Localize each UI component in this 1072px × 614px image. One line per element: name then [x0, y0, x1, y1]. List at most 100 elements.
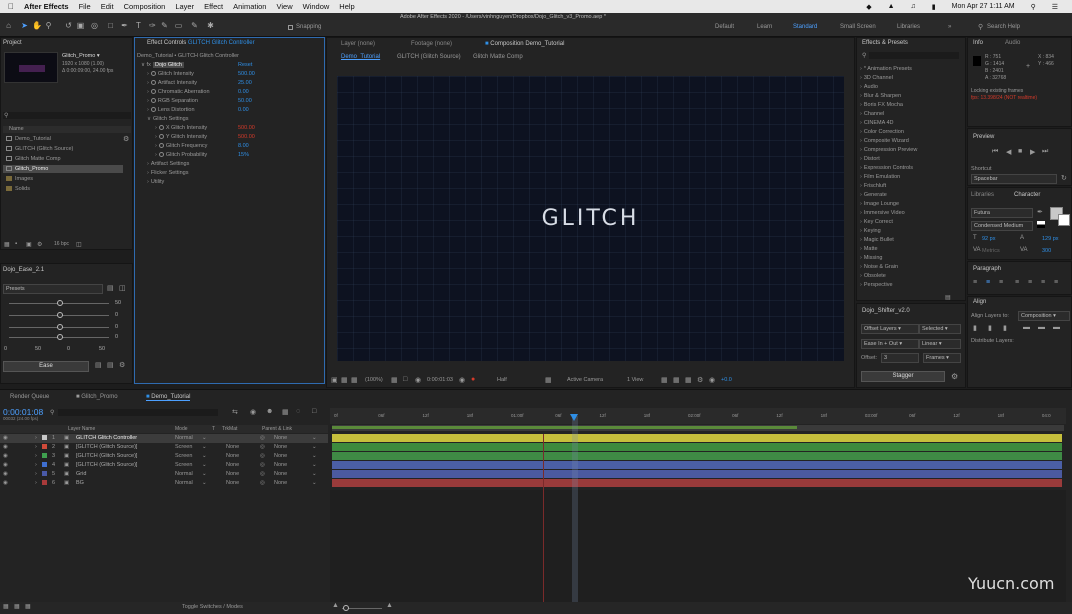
effects-category[interactable]: › Obsolete — [860, 273, 886, 279]
layer-row[interactable]: ◉ › 6 ▣ BG Normal ⌄ None ◎ None ⌄ — [0, 479, 328, 488]
tab-audio[interactable]: Audio — [1005, 40, 1020, 46]
layer-mode[interactable]: Screen — [175, 444, 192, 450]
layer-duration-bar[interactable] — [332, 470, 1062, 478]
layer-name[interactable]: [GLITCH (Glitch Source)] — [76, 444, 137, 450]
effects-category[interactable]: › Magic Bullet — [860, 237, 894, 243]
camera-icon[interactable]: ◉ — [415, 376, 421, 384]
roto-tool-icon[interactable]: ✎ — [190, 21, 199, 30]
layer-name[interactable]: Grid — [76, 471, 86, 477]
pan-behind-icon[interactable]: ◎ — [90, 21, 99, 30]
menu-list-icon[interactable]: ☰ — [1052, 3, 1058, 11]
tab-demo-tutorial[interactable]: ■ Demo_Tutorial — [146, 394, 191, 401]
layer-parent[interactable]: None — [274, 471, 287, 477]
motion-blur-icon[interactable]: ◌ — [296, 408, 300, 415]
effects-category[interactable]: › Perspective — [860, 282, 893, 288]
expand-icon[interactable]: › — [35, 462, 37, 468]
layer-mode[interactable]: Screen — [175, 453, 192, 459]
presets-dropdown[interactable]: Presets — [3, 284, 103, 294]
trash-icon[interactable]: ◫ — [76, 241, 82, 248]
shortcut-dropdown[interactable]: Spacebar — [971, 174, 1057, 184]
col-t[interactable]: T — [212, 426, 215, 432]
effects-category[interactable]: › Boris FX Mocha — [860, 102, 903, 108]
layer-row[interactable]: ◉ › 3 ▣ [GLITCH (Glitch Source)] Screen ⌄ None ◎… — [0, 452, 328, 461]
rotate-tool-icon[interactable]: ↺ — [64, 21, 73, 30]
prop-row[interactable]: › Chromatic Aberration — [147, 89, 210, 95]
swatch-icon[interactable] — [1037, 221, 1045, 228]
camera-dropdown[interactable]: Active Camera — [567, 377, 603, 383]
project-search-input[interactable] — [3, 112, 131, 119]
prop-value[interactable]: 0.00 — [238, 89, 249, 95]
align-bottom-edges-icon[interactable]: ▬ — [1053, 324, 1060, 331]
align-right-edges-icon[interactable]: ▮ — [1003, 324, 1007, 332]
offset-layers-dropdown[interactable]: Offset Layers ▾ — [861, 324, 919, 334]
effects-category[interactable]: › Missing — [860, 255, 883, 261]
rectangle-tool-icon[interactable]: □ — [106, 21, 115, 30]
tab-info[interactable]: Info — [973, 40, 983, 46]
eye-icon[interactable]: ◉ — [3, 435, 8, 441]
subtab-demo[interactable]: Demo_Tutorial — [341, 54, 380, 60]
prop-row[interactable]: › Artifact Intensity — [147, 80, 197, 86]
time-ruler[interactable]: 0f 06f 12f 18f 01:00f 06f 12f 18f 02:00f 06f 12f 18… — [330, 408, 1066, 424]
project-item[interactable]: Glitch Matte Comp — [15, 156, 61, 162]
parent-pickwhip-icon[interactable]: ◎ — [260, 453, 265, 459]
layer-switches-icon[interactable]: ▦ — [3, 603, 9, 610]
workspace-default[interactable]: Default — [715, 24, 734, 30]
layer-name[interactable]: [GLITCH (Glitch Source)] — [76, 453, 137, 459]
parent-pickwhip-icon[interactable]: ◎ — [260, 462, 265, 468]
tab-character[interactable]: Character — [1014, 192, 1040, 198]
layer-duration-bar[interactable] — [332, 434, 1062, 442]
parent-pickwhip-icon[interactable]: ◎ — [260, 471, 265, 477]
prop-row[interactable]: › Glitch Intensity — [147, 71, 194, 77]
group-row[interactable]: › Artifact Settings — [147, 161, 189, 167]
layer-name[interactable]: GLITCH Glitch Controller — [76, 435, 137, 441]
effects-category[interactable]: › Matte — [860, 246, 878, 252]
settings-icon[interactable]: ⚙ — [951, 372, 958, 381]
dojo-ease-title[interactable]: Dojo_Ease_2.1 — [3, 267, 44, 273]
layer-row[interactable]: ◉ › 1 ▣ GLITCH Glitch Controller Normal ⌄ ◎ None… — [0, 434, 328, 443]
tab-composition[interactable]: ■ Composition Demo_Tutorial — [485, 41, 564, 47]
new-folder-icon[interactable]: ▪ — [15, 241, 17, 247]
in-out-icon[interactable]: ▦ — [25, 603, 31, 610]
stroke-color-swatch[interactable] — [1058, 214, 1070, 226]
subtab-glitch-source[interactable]: GLITCH (Glitch Source) — [397, 54, 461, 60]
justify-right-icon[interactable]: ≡ — [1041, 279, 1045, 286]
col-layer-name[interactable]: Layer Name — [68, 426, 95, 432]
leading[interactable]: 129 px — [1042, 236, 1059, 242]
parent-pickwhip-icon[interactable]: ◎ — [260, 435, 265, 441]
preview-title[interactable]: Preview — [973, 134, 994, 140]
stop-icon[interactable]: ■ — [1018, 148, 1022, 155]
effects-category[interactable]: › Generate — [860, 192, 887, 198]
effects-category[interactable]: › Audio — [860, 84, 878, 90]
sub-prop-row[interactable]: › Glitch Frequency — [155, 143, 207, 149]
align-to-dropdown[interactable]: Composition ▾ — [1018, 311, 1070, 321]
first-frame-icon[interactable]: ⏮ — [992, 148, 998, 156]
effects-category[interactable]: › Keying — [860, 228, 881, 234]
eye-icon[interactable]: ◉ — [3, 453, 8, 459]
project-item[interactable]: Images — [15, 176, 33, 182]
parent-pickwhip-icon[interactable]: ◎ — [260, 480, 265, 486]
ease-value[interactable]: 0 — [115, 334, 118, 340]
workspace-learn[interactable]: Learn — [757, 24, 772, 30]
layer-parent[interactable]: None — [274, 435, 287, 441]
effects-category[interactable]: › Film Emulation — [860, 174, 900, 180]
ease-slider-knob[interactable] — [57, 300, 63, 306]
align-right-icon[interactable]: ≡ — [999, 279, 1003, 286]
new-comp-icon[interactable]: ▣ — [26, 241, 32, 248]
zoom-out-icon[interactable]: ▲ — [332, 602, 339, 609]
effects-presets-title[interactable]: Effects & Presets — [862, 40, 908, 46]
layer-parent[interactable]: None — [274, 480, 287, 486]
ease-bottom-value[interactable]: 0 — [67, 346, 70, 352]
effects-category[interactable]: › Frischluft — [860, 183, 886, 189]
sub-prop-value[interactable]: 15% — [238, 152, 249, 158]
loop-icon[interactable]: ↻ — [1061, 174, 1067, 182]
ease-button[interactable]: Ease — [3, 361, 89, 372]
eye-icon[interactable]: ◉ — [3, 480, 8, 486]
resolution-dropdown[interactable]: Half — [497, 377, 507, 383]
ease-value[interactable]: 0 — [115, 324, 118, 330]
snapshot-camera-icon[interactable]: ◉ — [459, 376, 465, 384]
layer-parent[interactable]: None — [274, 444, 287, 450]
sub-prop-value[interactable]: 500.00 — [238, 134, 255, 140]
col-trkmat[interactable]: TrkMat — [222, 426, 237, 432]
layer-duration-bar[interactable] — [332, 479, 1062, 487]
workspace-overflow-icon[interactable]: » — [948, 24, 951, 30]
